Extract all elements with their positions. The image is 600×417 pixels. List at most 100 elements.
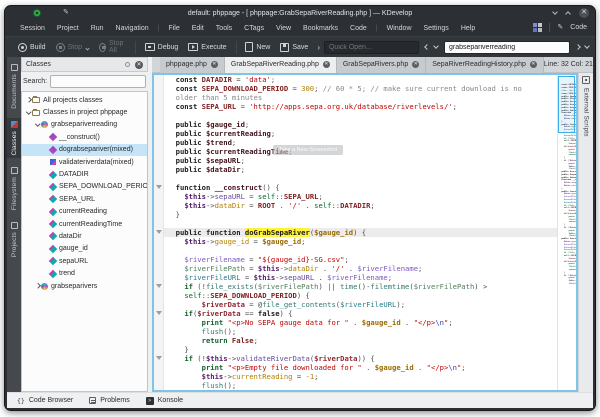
editor-tab-grabseparivers.php[interactable]: GrabSepaRivers.php✕	[337, 57, 426, 73]
bottom-tab-code-browser[interactable]: {}Code Browser	[17, 397, 73, 405]
code-line[interactable]: const SEPA_URL = 'http://apps.sepa.org.u…	[167, 102, 557, 111]
tree-item-grabsepariverreading[interactable]: grabsepariverreading	[22, 119, 147, 131]
code-line[interactable]: const SEPA_DOWNLOAD_PERIOD = 300; // 60 …	[167, 84, 557, 93]
close-button[interactable]: ✕	[579, 8, 589, 18]
minimap[interactable]: const DATADIR = 'data'; const SEPA_DOWNL…	[557, 75, 576, 390]
menu-settings[interactable]: Settings	[418, 25, 455, 32]
menu-help[interactable]: Help	[455, 25, 481, 32]
menu-window[interactable]: Window	[381, 25, 418, 32]
expander-closed-icon[interactable]	[34, 283, 41, 289]
maximize-button[interactable]	[565, 11, 571, 17]
fold-marker-icon[interactable]	[156, 185, 162, 189]
code-line[interactable]: public $dataDir;	[167, 165, 557, 174]
minimap-viewport[interactable]	[558, 76, 575, 133]
code-line[interactable]	[167, 111, 557, 120]
titlebar[interactable]: ✎ default: phppage - [ phppage:GrabSepaR…	[5, 6, 595, 21]
bottom-tab-problems[interactable]: Problems	[89, 397, 130, 404]
code-line[interactable]	[167, 246, 557, 255]
code-line[interactable]: self::SEPA_DOWNLOAD_PERIOD) {	[167, 291, 557, 300]
tree-item-dograbsepariver-mixed-[interactable]: dograbsepariver(mixed)	[22, 144, 147, 156]
code-line[interactable]: $riverFileURL = $this->sepaURL . $riverF…	[167, 273, 557, 282]
code-line[interactable]: print "<p>Empty file downloaded for " . …	[167, 363, 557, 372]
menu-code[interactable]: Code	[344, 25, 373, 32]
menu-corner-code[interactable]: Code	[570, 24, 587, 31]
tree-item-grabseparivers[interactable]: grabseparivers	[22, 280, 147, 292]
minimize-button[interactable]	[552, 9, 558, 15]
tree-item-datadir[interactable]: dataDir	[22, 230, 147, 242]
editor-gutter[interactable]	[154, 75, 164, 390]
editor-tab-grabsepariverreading.php[interactable]: GrabSepaRiverReading.php✕	[225, 57, 337, 73]
fold-marker-icon[interactable]	[156, 284, 162, 288]
toolbar-overflow-chevron[interactable]: ›	[313, 43, 324, 52]
code-lines[interactable]: const DATADIR = 'data'; const SEPA_DOWNL…	[164, 75, 557, 390]
code-line[interactable]: $this->dataDir = ROOT . '/' . self::DATA…	[167, 201, 557, 210]
editor-tab-phppage.php[interactable]: phppage.php✕	[160, 57, 225, 73]
tree-item-currentreadingtime[interactable]: currentReadingTime	[22, 218, 147, 230]
menu-bookmarks[interactable]: Bookmarks	[297, 25, 344, 32]
fold-marker-icon[interactable]	[156, 230, 162, 234]
fold-marker-icon[interactable]	[156, 356, 162, 360]
menu-tools[interactable]: Tools	[210, 25, 238, 32]
code-line[interactable]: print "<p>No SEPA gauge data for " . $ga…	[167, 318, 557, 327]
tree-item-sepa_download_period[interactable]: SEPA_DOWNLOAD_PERIOD	[22, 181, 147, 193]
tree-item-validateriverdata-mixed-[interactable]: validateriverdata(mixed)	[22, 156, 147, 168]
menu-navigation[interactable]: Navigation	[110, 25, 155, 32]
code-line[interactable]: $riverFilePath = $this->dataDir . '/' . …	[167, 264, 557, 273]
tab-external-scripts[interactable]: External Scripts	[583, 88, 590, 137]
expander-open-icon[interactable]	[34, 122, 41, 128]
code-line[interactable]: }	[167, 345, 557, 354]
code-line[interactable]: $this->currentReading = -1;	[167, 372, 557, 381]
menu-edit[interactable]: Edit	[186, 25, 210, 32]
sidebar-tab-filesystem[interactable]: Filesystem	[7, 164, 21, 213]
menu-run[interactable]: Run	[85, 25, 110, 32]
nav-forward-icon[interactable]	[575, 44, 581, 50]
tab-close-icon[interactable]: ✕	[412, 61, 419, 68]
sidebar-tab-documents[interactable]: Documents	[7, 61, 21, 112]
expander-open-icon[interactable]	[25, 110, 32, 116]
tree-item-classes-in-project-phppage[interactable]: Classes in project phppage	[22, 106, 147, 118]
tab-close-icon[interactable]: ✕	[211, 61, 218, 68]
expander-closed-icon[interactable]	[25, 97, 32, 103]
tab-close-icon[interactable]: ✕	[323, 61, 330, 68]
menu-view[interactable]: View	[270, 25, 297, 32]
code-line[interactable]: $this->sepaURL = self::SEPA_URL;	[167, 192, 557, 201]
menu-session[interactable]: Session	[14, 25, 51, 32]
tree-item-sepaurl[interactable]: sepaURL	[22, 255, 147, 267]
code-line[interactable]: const DATADIR = 'data';	[167, 75, 557, 84]
panel-close-icon[interactable]: ✕	[135, 61, 143, 69]
code-line[interactable]	[167, 174, 557, 183]
bottom-tab-konsole[interactable]: >Konsole	[146, 397, 183, 405]
editor-tab-separiverreadinghistory.php[interactable]: SepaRiverReadingHistory.php✕	[426, 57, 544, 73]
menu-ctags[interactable]: CTags	[238, 25, 270, 32]
tree-item-currentreading[interactable]: currentReading	[22, 206, 147, 218]
tree-item-__construct-[interactable]: __construct()	[22, 131, 147, 143]
nav-back-icon[interactable]	[424, 44, 430, 50]
quick-open-input[interactable]	[324, 41, 419, 54]
ctags-search-input[interactable]	[444, 41, 570, 54]
sidebar-tab-classes[interactable]: Classes	[7, 118, 21, 159]
code-line[interactable]: return False;	[167, 336, 557, 345]
code-line[interactable]: }	[167, 210, 557, 219]
code-line[interactable]: flush();	[167, 381, 557, 390]
code-line[interactable]: $this->gauge_id = $gauge_id;	[167, 237, 557, 246]
execute-button[interactable]: Execute	[183, 40, 231, 55]
fold-marker-icon[interactable]	[156, 311, 162, 315]
build-button[interactable]: Build	[13, 40, 51, 55]
grid-icon[interactable]	[533, 23, 542, 32]
code-line[interactable]: $riverFilename = "${gauge_id}-SG.csv";	[167, 255, 557, 264]
save-button[interactable]: Save	[275, 40, 313, 55]
nav-dropdown2-icon[interactable]	[584, 43, 590, 49]
nav-dropdown-icon[interactable]	[433, 43, 439, 49]
code-line[interactable]: function __construct() {	[167, 183, 557, 192]
debug-button[interactable]: Debug	[140, 40, 184, 55]
code-line[interactable]: if (!file_exists($riverFilePath) || time…	[167, 282, 557, 291]
code-line[interactable]	[167, 219, 557, 228]
code-line[interactable]: public $gauge_id;	[167, 120, 557, 129]
tree-item-all-projects-classes[interactable]: All projects classes	[22, 94, 147, 106]
tree-item-gauge_id[interactable]: gauge_id	[22, 243, 147, 255]
code-line[interactable]: public function doGrabSepaRiver($gauge_i…	[164, 228, 557, 237]
code-line[interactable]: if (!$this->validateRiverData($riverData…	[167, 354, 557, 363]
menu-file[interactable]: File	[162, 25, 185, 32]
tree-item-sepa_url[interactable]: SEPA_URL	[22, 193, 147, 205]
new-button[interactable]: New	[240, 40, 275, 55]
